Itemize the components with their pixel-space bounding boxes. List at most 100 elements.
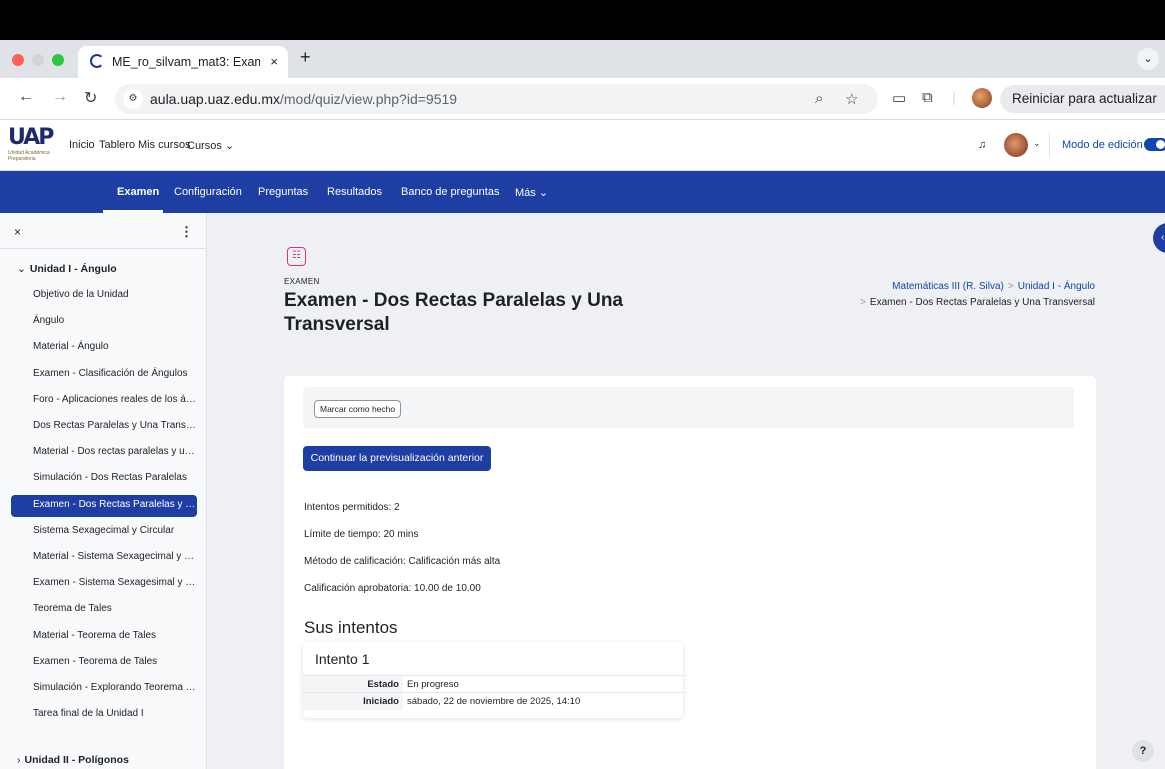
block-drawer-toggle[interactable]: ‹ bbox=[1153, 223, 1165, 253]
list-item[interactable]: Material - Sistema Sexagecimal y Circula… bbox=[11, 547, 197, 569]
edit-mode-toggle[interactable] bbox=[1144, 138, 1165, 151]
nav-tablero[interactable]: Tablero bbox=[99, 139, 135, 151]
notification-bell-icon[interactable]: ♫ bbox=[978, 139, 986, 151]
section-unidad-2[interactable]: › Unidad II - Polígonos bbox=[17, 754, 129, 766]
site-header: UAP Unidad Académica Preparatoria Inicio… bbox=[0, 120, 1165, 171]
info-grading-method: Método de calificación: Calificación más… bbox=[304, 556, 501, 567]
list-item[interactable]: Foro - Aplicaciones reales de los ángulo… bbox=[11, 390, 197, 412]
list-item[interactable]: Sistema Sexagecimal y Circular bbox=[11, 521, 197, 543]
nav-mis-cursos[interactable]: Mis cursos bbox=[138, 139, 191, 151]
site-favicon-icon bbox=[90, 54, 104, 68]
attempt-table: Estado En progreso Iniciado sábado, 22 d… bbox=[303, 675, 683, 710]
table-row: Iniciado sábado, 22 de noviembre de 2025… bbox=[303, 692, 683, 710]
chevron-down-icon: ⌄ bbox=[17, 263, 26, 275]
user-menu-chevron-icon[interactable]: ⌄ bbox=[1033, 138, 1041, 149]
breadcrumb-current: > Examen - Dos Rectas Paralelas y Una Tra… bbox=[860, 297, 1095, 308]
list-item[interactable]: Simulación - Explorando Teorema de Tales bbox=[11, 678, 197, 700]
list-item[interactable]: Examen - Teorema de Tales bbox=[11, 652, 197, 674]
next-card-edge bbox=[284, 765, 1096, 769]
tab-mas[interactable]: Más ⌄ bbox=[515, 186, 548, 199]
list-item[interactable]: Material - Ángulo bbox=[11, 337, 197, 359]
secondary-navigation: Examen Configuración Preguntas Resultado… bbox=[0, 171, 1165, 213]
window-zoom-button[interactable] bbox=[52, 54, 64, 66]
attempt-summary-card: Intento 1 Estado En progreso Iniciado sá… bbox=[303, 642, 683, 718]
list-item[interactable]: Examen - Sistema Sexagesimal y Circular bbox=[11, 573, 197, 595]
breadcrumb-section[interactable]: Unidad I - Ángulo bbox=[1018, 281, 1095, 292]
site-logo[interactable]: UAP Unidad Académica Preparatoria bbox=[8, 126, 56, 164]
info-attempts-allowed: Intentos permitidos: 2 bbox=[304, 502, 400, 513]
browser-tab-active[interactable]: ME_ro_silvam_mat3: Examen × bbox=[78, 46, 288, 78]
drawer-item-current[interactable]: Examen - Dos Rectas Paralelas y Una Tran… bbox=[11, 494, 197, 517]
toolbar-divider: | bbox=[952, 89, 956, 106]
tab-close-icon[interactable]: × bbox=[270, 54, 278, 69]
breadcrumb-separator: > bbox=[1007, 281, 1014, 292]
zoom-icon[interactable]: ⌕ bbox=[815, 90, 823, 107]
reading-mode-icon[interactable]: ▭ bbox=[892, 89, 906, 107]
list-item[interactable]: Tarea final de la Unidad I bbox=[11, 704, 197, 726]
address-toolbar: ← → ↻ ⚙ aula.uap.uaz.edu.mx/mod/quiz/vie… bbox=[0, 78, 1165, 120]
continue-preview-button[interactable]: Continuar la previsualización anterior bbox=[303, 446, 491, 471]
restart-to-update-button[interactable]: Reiniciar para actualizar ⋮ bbox=[1000, 85, 1165, 113]
attempt-title: Intento 1 bbox=[315, 651, 370, 667]
tab-examen[interactable]: Examen bbox=[117, 186, 159, 198]
header-divider bbox=[1049, 133, 1050, 157]
drawer-menu-icon[interactable]: ⋮ bbox=[180, 224, 193, 240]
nav-inicio[interactable]: Inicio bbox=[69, 139, 95, 151]
list-item[interactable]: Objetivo de la Unidad bbox=[11, 285, 197, 307]
forward-arrow-icon[interactable]: → bbox=[52, 88, 68, 106]
extensions-puzzle-icon[interactable]: ⧉ bbox=[922, 89, 933, 106]
attempt-started-value: sábado, 22 de noviembre de 2025, 14:10 bbox=[403, 692, 683, 710]
list-item[interactable]: Examen - Clasificación de Ángulos bbox=[11, 364, 197, 386]
list-item[interactable]: Material - Teorema de Tales bbox=[11, 626, 197, 648]
info-time-limit: Límite de tiempo: 20 mins bbox=[304, 529, 419, 540]
chevron-down-icon: ⌄ bbox=[224, 140, 235, 152]
attempts-heading: Sus intentos bbox=[304, 618, 398, 637]
main-region: ☷ EXAMEN Examen - Dos Rectas Paralelas y… bbox=[207, 213, 1165, 769]
breadcrumb-course[interactable]: Matemáticas III (R. Silva) bbox=[892, 281, 1004, 292]
list-item[interactable]: Teorema de Tales bbox=[11, 599, 197, 621]
edit-mode-label: Modo de edición bbox=[1062, 139, 1143, 151]
nav-cursos[interactable]: Cursos ⌄ bbox=[187, 139, 234, 152]
browser-profile-avatar[interactable] bbox=[972, 88, 992, 108]
mark-as-done-button[interactable]: Marcar como hecho bbox=[314, 400, 402, 418]
browser-tab-strip: ME_ro_silvam_mat3: Examen × bbox=[0, 40, 1165, 78]
site-info-icon[interactable]: ⚙ bbox=[123, 89, 143, 109]
back-arrow-icon[interactable]: ← bbox=[18, 88, 34, 106]
info-passing-grade: Calificación aprobatoria: 10.00 de 10.00 bbox=[304, 583, 481, 594]
chevron-right-icon: › bbox=[17, 754, 21, 766]
attempt-state-value: En progreso bbox=[403, 675, 683, 693]
drawer-header: × ⋮ bbox=[0, 213, 206, 249]
page-title: Examen - Dos Rectas Paralelas y Una Tran… bbox=[284, 290, 624, 335]
window-minimize-button[interactable] bbox=[32, 54, 44, 66]
url-text[interactable]: aula.uap.uaz.edu.mx/mod/quiz/view.php?id… bbox=[150, 91, 457, 107]
user-avatar[interactable] bbox=[1004, 133, 1028, 157]
url-omnibox[interactable]: ⚙ aula.uap.uaz.edu.mx/mod/quiz/view.php?… bbox=[115, 84, 878, 114]
bookmark-star-icon[interactable]: ☆ bbox=[845, 90, 858, 108]
list-item[interactable]: Dos Rectas Paralelas y Una Transversal bbox=[11, 416, 197, 438]
tab-title: ME_ro_silvam_mat3: Examen bbox=[112, 55, 260, 69]
tab-configuracion[interactable]: Configuración bbox=[174, 186, 242, 198]
tab-resultados[interactable]: Resultados bbox=[327, 186, 382, 198]
tab-search-button[interactable]: ⌄ bbox=[1137, 48, 1159, 70]
os-top-bar bbox=[0, 0, 1165, 40]
help-button[interactable]: ? bbox=[1132, 740, 1154, 762]
new-tab-button[interactable]: + bbox=[300, 47, 311, 68]
activity-type-label: EXAMEN bbox=[284, 277, 320, 286]
breadcrumb: Matemáticas III (R. Silva) > Unidad I - Án… bbox=[892, 281, 1095, 292]
list-item[interactable]: Material - Dos rectas paralelas y una tr… bbox=[11, 442, 197, 464]
activity-card: Marcar como hecho Continuar la previsual… bbox=[284, 376, 1096, 769]
course-index-drawer: × ⋮ ⌄ Unidad I - Ángulo Objetivo de la Un… bbox=[0, 213, 207, 769]
attempt-state-key: Estado bbox=[303, 675, 403, 693]
window-close-button[interactable] bbox=[12, 54, 24, 66]
section-unidad-1[interactable]: ⌄ Unidad I - Ángulo bbox=[17, 263, 117, 275]
completion-bar: Marcar como hecho bbox=[303, 387, 1074, 428]
tab-banco-de-preguntas[interactable]: Banco de preguntas bbox=[401, 186, 499, 198]
close-drawer-icon[interactable]: × bbox=[14, 225, 21, 239]
quiz-icon: ☷ bbox=[287, 247, 306, 266]
reload-icon[interactable]: ↻ bbox=[84, 88, 97, 108]
list-item[interactable]: Ángulo bbox=[11, 311, 197, 333]
list-item[interactable]: Simulación - Dos Rectas Paralelas bbox=[11, 468, 197, 490]
table-row: Estado En progreso bbox=[303, 675, 683, 693]
tab-preguntas[interactable]: Preguntas bbox=[258, 186, 308, 198]
attempt-started-key: Iniciado bbox=[303, 692, 403, 710]
